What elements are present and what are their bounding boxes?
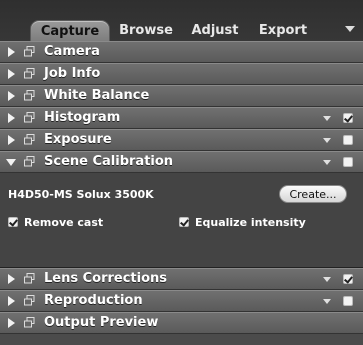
scene-calibration-content: H4D50-MS Solux 3500K Create... Remove ca…: [0, 173, 363, 268]
tab-browse[interactable]: Browse: [117, 20, 175, 41]
panel-label: Histogram: [44, 110, 121, 125]
panel-label: Camera: [44, 44, 100, 59]
tab-adjust[interactable]: Adjust: [186, 20, 244, 41]
remove-cast-label: Remove cast: [24, 216, 104, 229]
detach-window-icon[interactable]: [24, 317, 35, 328]
panel-label: Output Preview: [44, 315, 159, 330]
disclosure-triangle-icon[interactable]: [8, 135, 15, 145]
checkbox-checked-icon[interactable]: [8, 217, 18, 227]
panel-label: Job Info: [44, 66, 101, 81]
disclosure-triangle-icon[interactable]: [8, 47, 15, 57]
create-button[interactable]: Create...: [279, 185, 347, 203]
panel-menu-icon[interactable]: [323, 116, 331, 121]
equalize-intensity-checkbox[interactable]: Equalize intensity: [179, 216, 306, 229]
detach-window-icon[interactable]: [24, 134, 35, 145]
tab-overflow-menu-icon[interactable]: [345, 26, 355, 32]
panel-menu-icon[interactable]: [323, 299, 331, 304]
disclosure-triangle-icon[interactable]: [8, 91, 15, 101]
detach-window-icon[interactable]: [24, 112, 35, 123]
panel-exposure[interactable]: Exposure: [0, 129, 363, 151]
disclosure-triangle-icon[interactable]: [8, 318, 15, 328]
panel-menu-icon[interactable]: [323, 138, 331, 143]
panel-label: Exposure: [44, 132, 112, 147]
equalize-intensity-label: Equalize intensity: [195, 216, 306, 229]
detach-window-icon[interactable]: [24, 46, 35, 57]
disclosure-triangle-open-icon[interactable]: [6, 159, 16, 166]
panel-job-info[interactable]: Job Info: [0, 63, 363, 85]
detach-window-icon[interactable]: [24, 295, 35, 306]
panel-histogram[interactable]: Histogram: [0, 107, 363, 129]
disclosure-triangle-icon[interactable]: [8, 274, 15, 284]
panel-reproduction[interactable]: Reproduction: [0, 290, 363, 312]
remove-cast-checkbox[interactable]: Remove cast: [8, 216, 103, 229]
calibration-profile-name: H4D50-MS Solux 3500K: [8, 188, 154, 201]
detach-window-icon[interactable]: [24, 68, 35, 79]
detach-window-icon[interactable]: [24, 273, 35, 284]
panel-white-balance[interactable]: White Balance: [0, 85, 363, 107]
panel-enable-checkbox[interactable]: [343, 296, 353, 306]
tab-capture[interactable]: Capture: [30, 20, 110, 42]
tool-panels: Camera Job Info White Balance Histogram …: [0, 41, 363, 334]
panel-label: White Balance: [44, 88, 150, 103]
panel-menu-icon[interactable]: [323, 160, 331, 165]
detach-window-icon[interactable]: [24, 90, 35, 101]
disclosure-triangle-icon[interactable]: [8, 113, 15, 123]
checkbox-checked-icon[interactable]: [179, 217, 189, 227]
panel-scene-calibration[interactable]: Scene Calibration: [0, 151, 363, 173]
panel-enable-checkbox[interactable]: [343, 135, 353, 145]
detach-window-icon[interactable]: [24, 156, 35, 167]
disclosure-triangle-icon[interactable]: [8, 69, 15, 79]
panel-enable-checkbox[interactable]: [343, 157, 353, 167]
panel-label: Lens Corrections: [44, 271, 168, 286]
tab-export[interactable]: Export: [254, 20, 312, 41]
panel-menu-icon[interactable]: [323, 277, 331, 282]
panel-camera[interactable]: Camera: [0, 41, 363, 63]
disclosure-triangle-icon[interactable]: [8, 296, 15, 306]
panel-enable-checkbox[interactable]: [343, 113, 353, 123]
panel-output-preview[interactable]: Output Preview: [0, 312, 363, 334]
tab-bar: Capture Browse Adjust Export: [0, 0, 363, 42]
panel-label: Scene Calibration: [44, 154, 174, 169]
panel-lens-corrections[interactable]: Lens Corrections: [0, 268, 363, 290]
panel-enable-checkbox[interactable]: [343, 274, 353, 284]
panel-label: Reproduction: [44, 293, 143, 308]
